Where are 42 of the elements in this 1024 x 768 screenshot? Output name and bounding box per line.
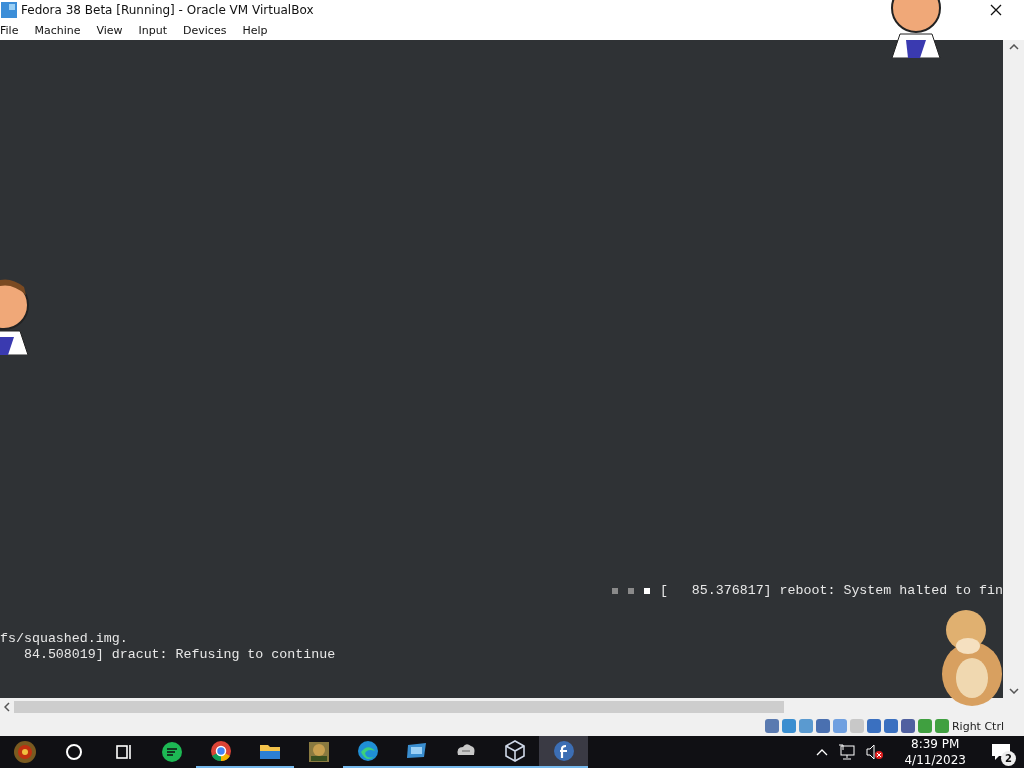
chat-icon (159, 740, 184, 764)
status-icon[interactable] (934, 719, 949, 733)
status-icon[interactable] (781, 719, 796, 733)
muted-speaker-icon[interactable] (866, 744, 885, 760)
browser-icon (355, 739, 380, 763)
browser-icon (208, 739, 233, 763)
window-title: Fedora 38 Beta [Running] - Oracle VM VirtualBox (21, 3, 315, 17)
taskbar-button[interactable] (539, 736, 588, 768)
status-icon[interactable] (900, 719, 915, 733)
scroll-left-icon[interactable] (4, 702, 10, 712)
status-icon[interactable] (917, 719, 932, 733)
vertical-scrollbar[interactable] (1003, 40, 1024, 698)
app-icon (1, 2, 17, 18)
status-icon[interactable] (815, 719, 830, 733)
console-line: [ 85.376817] reboot: System halted to fin (659, 583, 1003, 599)
menu-item[interactable]: Input (130, 23, 176, 37)
clock-date[interactable]: 4/11/2023 (904, 752, 966, 768)
console-line: fs/squashed.img. (0, 631, 128, 646)
notification-count: 2 (1001, 751, 1016, 766)
menu-item[interactable]: Machine (26, 23, 89, 37)
close-icon[interactable] (990, 4, 1002, 16)
status-icon[interactable] (798, 719, 813, 733)
game-icon (306, 740, 331, 764)
orb-icon (12, 740, 37, 764)
scroll-down-icon[interactable] (1008, 688, 1019, 694)
menu-item[interactable]: File (0, 23, 27, 37)
status-icon[interactable] (764, 719, 779, 733)
console-line: 84.508019] dracut: Refusing to continue (22, 647, 336, 662)
status-icon[interactable] (883, 719, 898, 733)
clock-time[interactable]: 8:39 PM (911, 736, 960, 752)
menu-item[interactable]: View (88, 23, 131, 37)
menu-item[interactable]: Help (234, 23, 276, 37)
scrollbar-thumb[interactable] (14, 701, 784, 713)
network-icon[interactable] (838, 744, 857, 760)
chevron-up-icon[interactable] (816, 748, 829, 756)
cube-icon (502, 739, 527, 763)
scroll-up-icon[interactable] (1008, 44, 1019, 50)
status-icon[interactable] (866, 719, 881, 733)
fedora-icon (551, 739, 576, 763)
menu-item[interactable]: Devices (175, 23, 235, 37)
host-key-label: Right Ctrl (951, 719, 1004, 733)
notification-button[interactable]: 2 (986, 738, 1016, 766)
